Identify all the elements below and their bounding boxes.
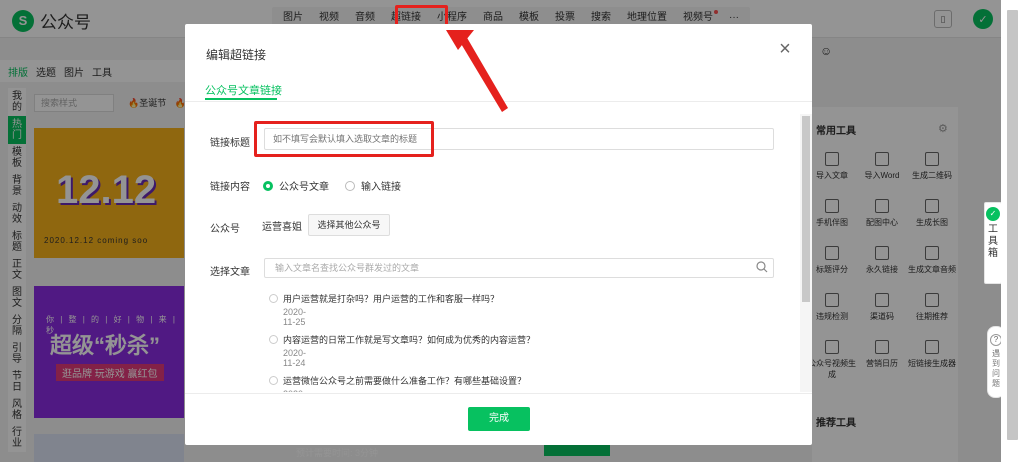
label-account: 公众号: [210, 224, 240, 235]
page-scrollbar[interactable]: [1001, 0, 1024, 462]
radio-checked: [263, 180, 273, 191]
tab-article-link[interactable]: 公众号文章链接: [205, 82, 282, 98]
divider: [185, 393, 812, 394]
close-icon[interactable]: ×: [775, 39, 795, 60]
search-icon[interactable]: [756, 261, 768, 273]
article-list: 用户运营就是打杂吗？用户运营的工作和客服一样吗？ 2020-11-25 内容运营…: [269, 292, 769, 392]
label-link-content: 链接内容: [210, 182, 250, 193]
label-select-article: 选择文章: [210, 267, 250, 278]
help-label: 遇到问题: [992, 349, 1000, 388]
edit-hyperlink-dialog: 编辑超链接 × 公众号文章链接 链接标题 链接内容 公众号文章 输入链接 公众号…: [185, 24, 812, 445]
choose-other-account-button[interactable]: 选择其他公众号: [308, 214, 390, 236]
toolbox-logo-icon: ✓: [986, 207, 1000, 221]
radio-input-link[interactable]: 输入链接: [345, 178, 401, 193]
dialog-title: 编辑超链接: [206, 48, 267, 62]
radio-article[interactable]: 公众号文章: [263, 178, 329, 193]
article-radio[interactable]: [269, 335, 278, 344]
done-button[interactable]: 完成: [468, 407, 530, 431]
scrollbar-thumb[interactable]: [802, 116, 810, 302]
toolbox-button[interactable]: ✓ 工具箱: [984, 202, 1002, 284]
label-link-title: 链接标题: [210, 138, 250, 149]
highlight-box: [254, 121, 434, 157]
article-radio[interactable]: [269, 294, 278, 303]
radio-unchecked: [345, 180, 355, 191]
toolbox-label: 工具箱: [988, 224, 998, 259]
dialog-scrollbar[interactable]: [800, 114, 812, 392]
scrollbar-thumb[interactable]: [1007, 10, 1018, 440]
article-search-input[interactable]: 输入文章名查找公众号群发过的文章: [264, 258, 774, 278]
tab-underline: [205, 98, 277, 100]
account-name: 运营喜姐: [262, 222, 302, 233]
divider: [185, 101, 812, 102]
article-radio[interactable]: [269, 376, 278, 385]
